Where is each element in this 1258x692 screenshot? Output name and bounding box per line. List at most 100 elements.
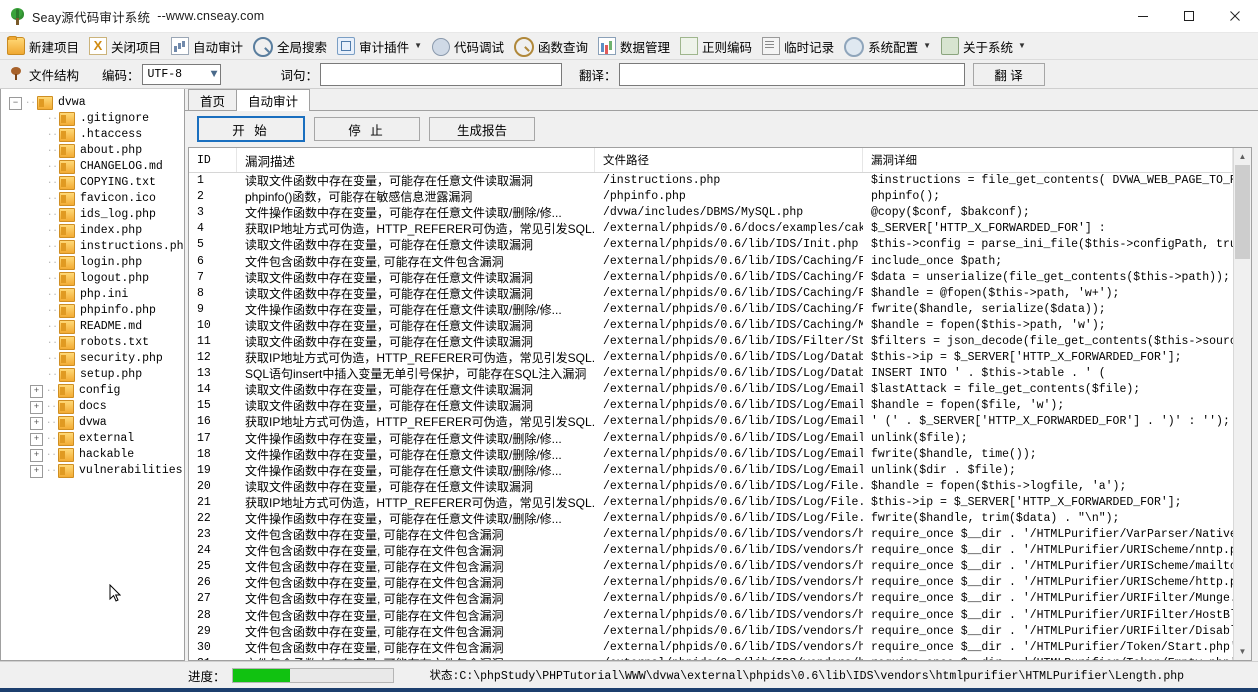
chevron-down-icon[interactable]: ▼ — [923, 42, 931, 50]
toolbar-item-1[interactable]: 新建项目 — [2, 34, 84, 58]
table-row[interactable]: 14 读取文件函数中存在变量，可能存在任意文件读取漏洞/external/phpi… — [189, 382, 1233, 398]
maximize-button[interactable] — [1166, 0, 1212, 32]
table-row[interactable]: 13 SQL语句insert中插入变量无单引号保护，可能存在SQL注入漏洞/ext… — [189, 366, 1233, 382]
tree-item-file[interactable]: ··· setup.php — [5, 367, 184, 383]
chevron-down-icon[interactable]: ▼ — [414, 42, 422, 50]
tree-item-file[interactable]: ··· index.php — [5, 223, 184, 239]
grid-column-header[interactable]: 文件路径 — [595, 148, 863, 172]
toolbar-item-2[interactable]: X 关闭项目 — [84, 34, 166, 58]
word-input[interactable] — [320, 62, 563, 86]
table-row[interactable]: 19 文件操作函数中存在变量，可能存在任意文件读取/删除/修... /externa… — [189, 463, 1233, 479]
table-row[interactable]: 31文件包含函数中存在变量, 可能存在文件包含漏洞/external/phpid… — [189, 656, 1233, 660]
toolbar-item-11[interactable]: 系统配置 ▼ — [839, 34, 936, 58]
table-row[interactable]: 22 文件操作函数中存在变量，可能存在任意文件读取/删除/修... /externa… — [189, 511, 1233, 527]
translate-button[interactable]: 翻 译 — [972, 62, 1045, 86]
table-row[interactable]: 20 读取文件函数中存在变量，可能存在任意文件读取漏洞/external/phpi… — [189, 479, 1233, 495]
tree-expander[interactable]: + — [30, 464, 43, 478]
tree-item-file[interactable]: ··· COPYING.txt — [5, 175, 184, 191]
tree-expander[interactable]: + — [30, 400, 43, 414]
toolbar-item-7[interactable]: 函数查询 — [509, 34, 593, 58]
toolbar-item-9[interactable]: 正则编码 — [675, 34, 757, 58]
tree-item-folder[interactable]: + ··· external — [5, 431, 184, 447]
toolbar-item-8[interactable]: 数据管理 — [593, 34, 675, 58]
toolbar-item-5[interactable]: 审计插件 ▼ — [332, 34, 427, 58]
table-row[interactable]: 9 文件操作函数中存在变量，可能存在任意文件读取/删除/修... /external… — [189, 302, 1233, 318]
table-row[interactable]: 28 文件包含函数中存在变量, 可能存在文件包含漏洞/external/phpid… — [189, 608, 1233, 624]
table-row[interactable]: 23 文件包含函数中存在变量, 可能存在文件包含漏洞/external/phpid… — [189, 527, 1233, 543]
tree-item-file[interactable]: ··· login.php — [5, 255, 184, 271]
tree-item-folder[interactable]: + ··· vulnerabilities — [5, 463, 184, 479]
table-row[interactable]: 18 文件操作函数中存在变量，可能存在任意文件读取/删除/修... /externa… — [189, 447, 1233, 463]
translate-input[interactable] — [618, 62, 965, 86]
tree-item-file[interactable]: ··· README.md — [5, 319, 184, 335]
tree-item-folder[interactable]: + ··· hackable — [5, 447, 184, 463]
tree-item-file[interactable]: ··· about.php — [5, 143, 184, 159]
stop-button[interactable]: 停 止 — [314, 117, 420, 141]
table-row[interactable]: 16 获取IP地址方式可伪造，HTTP_REFERER可伪造，常见引发SQL...… — [189, 414, 1233, 430]
encoding-select[interactable]: UTF-8 ▼ — [141, 63, 221, 85]
grid-column-header[interactable]: 漏洞描述 — [237, 148, 595, 172]
file-structure-button[interactable]: 文件结构 — [4, 62, 84, 86]
scrollbar-track[interactable] — [1234, 165, 1251, 643]
table-row[interactable]: 26 文件包含函数中存在变量, 可能存在文件包含漏洞/external/phpid… — [189, 575, 1233, 591]
tab-2[interactable]: 自动审计 — [236, 89, 311, 111]
tree-item-file[interactable]: ··· instructions.php — [5, 239, 184, 255]
table-row[interactable]: 10 读取文件函数中存在变量，可能存在任意文件读取漏洞/external/phpi… — [189, 318, 1233, 334]
table-row[interactable]: 27 文件包含函数中存在变量, 可能存在文件包含漏洞/external/phpid… — [189, 591, 1233, 607]
table-row[interactable]: 4 获取IP地址方式可伪造，HTTP_REFERER可伪造，常见引发SQL... /… — [189, 221, 1233, 237]
tree-item-file[interactable]: ··· ids_log.php — [5, 207, 184, 223]
scroll-down-arrow-icon[interactable]: ▼ — [1234, 643, 1251, 660]
tree-item-folder[interactable]: + ··· config — [5, 383, 184, 399]
tree-expander[interactable]: + — [30, 416, 43, 430]
tree-root-dvwa[interactable]: − ··· dvwa — [5, 95, 184, 111]
table-row[interactable]: 2 phpinfo()函数，可能存在敏感信息泄露漏洞/phpinfo.php php… — [189, 189, 1233, 205]
toolbar-item-10[interactable]: 临时记录 — [757, 34, 839, 58]
table-row[interactable]: 7 读取文件函数中存在变量，可能存在任意文件读取漏洞/external/phpid… — [189, 270, 1233, 286]
table-row[interactable]: 29 文件包含函数中存在变量, 可能存在文件包含漏洞/external/phpid… — [189, 624, 1233, 640]
tree-item-file[interactable]: ··· phpinfo.php — [5, 303, 184, 319]
table-row[interactable]: 6 文件包含函数中存在变量, 可能存在文件包含漏洞/external/phpids… — [189, 253, 1233, 269]
table-row[interactable]: 24 文件包含函数中存在变量, 可能存在文件包含漏洞/external/phpid… — [189, 543, 1233, 559]
tree-expander[interactable]: − — [9, 96, 22, 110]
minimize-button[interactable] — [1120, 0, 1166, 32]
table-row[interactable]: 1 读取文件函数中存在变量，可能存在任意文件读取漏洞/instructions.p… — [189, 173, 1233, 189]
tree-item-folder[interactable]: + ··· docs — [5, 399, 184, 415]
tree-item-file[interactable]: ··· security.php — [5, 351, 184, 367]
toolbar-item-3[interactable]: 自动审计 — [166, 34, 248, 58]
table-row[interactable]: 12 获取IP地址方式可伪造，HTTP_REFERER可伪造，常见引发SQL...… — [189, 350, 1233, 366]
table-row[interactable]: 3 文件操作函数中存在变量，可能存在任意文件读取/删除/修... /dvwa/inc… — [189, 205, 1233, 221]
start-button[interactable]: 开 始 — [197, 116, 305, 142]
table-row[interactable]: 11 读取文件函数中存在变量，可能存在任意文件读取漏洞/external/phpi… — [189, 334, 1233, 350]
tree-item-file[interactable]: ··· logout.php — [5, 271, 184, 287]
tree-expander[interactable]: + — [30, 384, 43, 398]
table-row[interactable]: 17 文件操作函数中存在变量，可能存在任意文件读取/删除/修... /externa… — [189, 431, 1233, 447]
tree-item-file[interactable]: ··· .htaccess — [5, 127, 184, 143]
tab-1[interactable]: 首页 — [188, 89, 238, 110]
toolbar-item-6[interactable]: 代码调试 — [427, 34, 509, 58]
table-row[interactable]: 21 获取IP地址方式可伪造，HTTP_REFERER可伪造，常见引发SQL...… — [189, 495, 1233, 511]
toolbar-item-12[interactable]: 关于系统 ▼ — [936, 34, 1031, 58]
tree-expander[interactable]: + — [30, 432, 43, 446]
tree-item-file[interactable]: ··· favicon.ico — [5, 191, 184, 207]
generate-report-button[interactable]: 生成报告 — [429, 117, 535, 141]
table-row[interactable]: 5 读取文件函数中存在变量，可能存在任意文件读取漏洞/external/phpid… — [189, 237, 1233, 253]
table-row[interactable]: 8 读取文件函数中存在变量，可能存在任意文件读取漏洞/external/phpid… — [189, 286, 1233, 302]
grid-vertical-scrollbar[interactable]: ▲ ▼ — [1233, 148, 1251, 660]
tree-expander[interactable]: + — [30, 448, 43, 462]
file-tree-pane[interactable]: − ··· dvwa ··· .gitignore ··· .htaccess ··· abou… — [0, 89, 185, 661]
table-row[interactable]: 30 文件包含函数中存在变量, 可能存在文件包含漏洞/external/phpid… — [189, 640, 1233, 656]
tree-item-folder[interactable]: + ··· dvwa — [5, 415, 184, 431]
table-row[interactable]: 25 文件包含函数中存在变量, 可能存在文件包含漏洞/external/phpid… — [189, 559, 1233, 575]
chevron-down-icon[interactable]: ▼ — [1018, 42, 1026, 50]
tree-item-file[interactable]: ··· .gitignore — [5, 111, 184, 127]
grid-body[interactable]: 1 读取文件函数中存在变量，可能存在任意文件读取漏洞/instructions.p… — [189, 173, 1233, 660]
grid-column-header[interactable]: 漏洞详细 — [863, 148, 1233, 172]
toolbar-item-4[interactable]: 全局搜索 — [248, 34, 332, 58]
scrollbar-thumb[interactable] — [1235, 165, 1250, 259]
scroll-up-arrow-icon[interactable]: ▲ — [1234, 148, 1251, 165]
tree-item-file[interactable]: ··· robots.txt — [5, 335, 184, 351]
close-button[interactable] — [1212, 0, 1258, 32]
tree-item-file[interactable]: ··· CHANGELOG.md — [5, 159, 184, 175]
table-row[interactable]: 15 读取文件函数中存在变量，可能存在任意文件读取漏洞/external/phpi… — [189, 398, 1233, 414]
tree-item-file[interactable]: ··· php.ini — [5, 287, 184, 303]
